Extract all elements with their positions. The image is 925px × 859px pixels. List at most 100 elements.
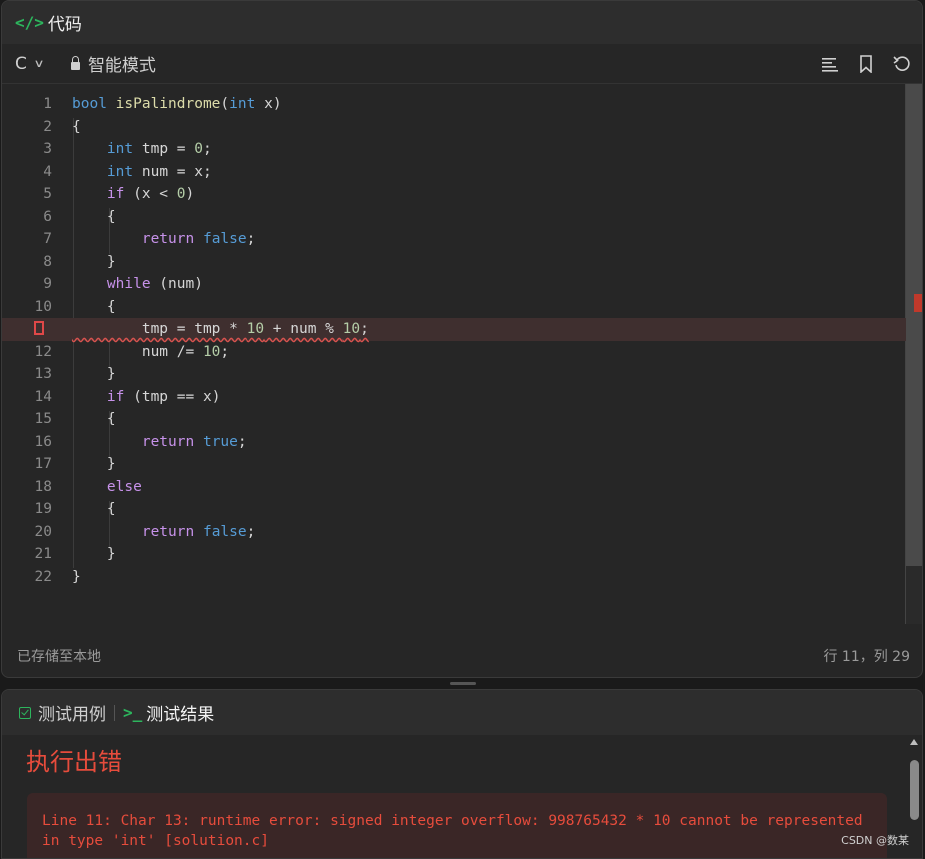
tab-label: 测试用例 (38, 705, 106, 725)
code-line[interactable]: 10 { (2, 296, 906, 319)
line-number: 9 (43, 276, 52, 292)
code-text: } (72, 568, 81, 585)
line-number: 21 (34, 546, 52, 562)
code-text: else (106, 478, 142, 495)
code-line[interactable]: 9 while (num) (2, 273, 906, 296)
code-text: { (72, 118, 81, 135)
code-text: { (72, 501, 116, 517)
language-select[interactable]: C ∨ (15, 53, 45, 74)
line-number: 8 (43, 253, 52, 270)
code-line[interactable]: 17 } (2, 453, 906, 476)
code-text: if (x < 0) (106, 186, 195, 202)
code-line[interactable]: 5 if (x < 0) (2, 183, 906, 206)
line-number: 4 (43, 163, 52, 180)
code-panel-header: </> 代码 (2, 1, 922, 44)
code-text: return true; (141, 433, 247, 450)
code-text: int tmp = 0; (106, 141, 212, 157)
panel-title: 代码 (47, 15, 82, 35)
format-icon (822, 57, 838, 72)
cursor-position: 行 11，列 29 (823, 649, 910, 665)
code-line[interactable]: 2{ (2, 116, 906, 139)
result-panel: 测试用例 >_ 测试结果 执行出错 Line 11: Char 13: runt… (1, 689, 923, 859)
code-line[interactable]: 16 return true; (2, 431, 906, 454)
scroll-up-arrow-icon[interactable] (910, 739, 918, 745)
reset-icon (893, 55, 910, 71)
code-line[interactable]: 14 if (tmp == x) (2, 386, 906, 409)
bookmark-icon (860, 54, 872, 73)
code-text: if (tmp == x) (106, 388, 221, 405)
code-text: } (72, 546, 116, 562)
editor-status-bar: 已存储至本地 行 11，列 29 (2, 635, 922, 677)
reset-button[interactable] (892, 54, 912, 74)
code-line[interactable]: 13 } (2, 363, 906, 386)
line-number: 5 (43, 186, 52, 202)
line-number: 13 (34, 366, 52, 382)
language-value: C (15, 53, 27, 74)
code-icon: </> (15, 13, 44, 32)
code-text: tmp = tmp * 10 + num % 10; (72, 321, 369, 337)
resize-handle[interactable] (450, 682, 476, 685)
code-text: return false; (141, 523, 256, 540)
code-line[interactable]: 6 { (2, 206, 906, 229)
code-line[interactable]: 4 int num = x; (2, 161, 906, 184)
code-line[interactable]: 20 return false; (2, 521, 906, 544)
result-status-title: 执行出错 (26, 748, 122, 776)
code-text: num /= 10; (72, 343, 230, 360)
line-number: 15 (34, 411, 52, 427)
line-number: 12 (34, 343, 52, 360)
code-editor[interactable]: 1 bool isPalindrome(int x) 2{3 int tmp = 0… (2, 84, 922, 624)
code-text: int num = x; (106, 163, 212, 180)
line-number: 18 (34, 478, 52, 495)
code-text: } (72, 456, 116, 472)
format-button[interactable] (820, 54, 840, 74)
error-marker-tick (914, 294, 922, 312)
terminal-icon: >_ (123, 703, 143, 722)
code-line[interactable]: 12 num /= 10; (2, 341, 906, 364)
line-number: 14 (34, 388, 52, 405)
tab-test-results[interactable]: >_ 测试结果 (123, 700, 214, 725)
error-icon (34, 321, 44, 335)
error-message-box: Line 11: Char 13: runtime error: signed … (27, 793, 887, 858)
code-line[interactable]: 22} (2, 566, 906, 589)
code-line[interactable]: 21 } (2, 543, 906, 566)
code-text: { (72, 208, 116, 225)
line-number: 2 (43, 118, 52, 135)
line-number: 20 (34, 523, 52, 540)
editor-scroll-thumb[interactable] (906, 84, 922, 566)
code-line[interactable]: 15 { (2, 408, 906, 431)
smart-mode[interactable]: 智能模式 (70, 51, 156, 76)
code-line[interactable]: 1 bool isPalindrome(int x) (2, 93, 906, 116)
result-scroll-thumb[interactable] (910, 760, 919, 820)
line-number: 1 (43, 96, 52, 112)
code-text: } (72, 366, 116, 382)
code-line[interactable]: 3 int tmp = 0; (2, 138, 906, 161)
result-tabs: 测试用例 >_ 测试结果 (2, 690, 922, 735)
chevron-down-icon: ∨ (33, 57, 45, 70)
line-number: 6 (43, 208, 52, 225)
editor-scrollbar[interactable] (906, 84, 922, 624)
code-text: bool isPalindrome(int x) (72, 96, 282, 112)
tab-label: 测试结果 (146, 705, 215, 725)
code-line[interactable]: tmp = tmp * 10 + num % 10; (2, 318, 906, 341)
watermark: CSDN @数某 (841, 834, 909, 847)
bookmark-button[interactable] (856, 54, 876, 74)
code-text: { (72, 411, 116, 427)
line-number: 3 (43, 141, 52, 157)
code-text: { (72, 298, 116, 315)
code-line[interactable]: 8 } (2, 251, 906, 274)
line-number: 17 (34, 456, 52, 472)
code-line[interactable]: 18 else (2, 476, 906, 499)
code-text: } (72, 253, 116, 270)
mode-label: 智能模式 (87, 56, 156, 76)
code-line[interactable]: 19 { (2, 498, 906, 521)
line-number: 7 (43, 231, 52, 247)
line-number: 19 (34, 501, 52, 517)
code-line[interactable]: 7 return false; (2, 228, 906, 251)
save-status: 已存储至本地 (17, 649, 101, 665)
tab-test-cases[interactable]: 测试用例 (19, 700, 106, 725)
line-number: 16 (34, 433, 52, 450)
checkbox-icon (19, 706, 31, 719)
code-text: while (num) (106, 276, 203, 292)
lock-icon (70, 55, 80, 70)
error-message-text: Line 11: Char 13: runtime error: signed … (42, 813, 863, 849)
